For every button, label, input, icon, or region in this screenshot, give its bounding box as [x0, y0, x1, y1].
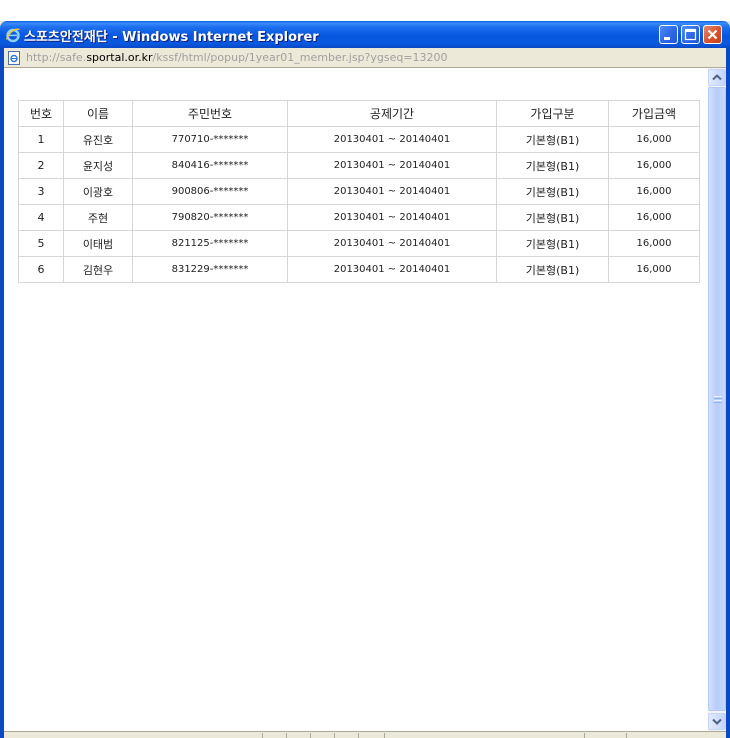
cell-resident-number: 790820-******* [132, 204, 288, 231]
cell-name: 유진호 [63, 126, 133, 153]
arrow-up-icon [712, 74, 722, 81]
window-title: 스포츠안전재단 - Windows Internet Explorer [24, 30, 319, 45]
title-bar[interactable]: 스포츠안전재단 - Windows Internet Explorer [0, 21, 730, 48]
status-bar [4, 731, 726, 738]
cell-name: 이광호 [63, 178, 133, 205]
cell-number: 2 [18, 152, 64, 179]
cell-amount: 16,000 [608, 204, 700, 231]
status-divider [384, 733, 385, 738]
cell-coverage-period: 20130401 ~ 20140401 [287, 256, 497, 283]
internet-explorer-icon [5, 27, 21, 43]
minimize-button[interactable] [659, 25, 678, 44]
cell-plan-type: 기본형(B1) [496, 230, 609, 257]
screen-top-margin [0, 0, 730, 21]
status-divider [262, 733, 263, 738]
table-row: 2 윤지성 840416-******* 20130401 ~ 20140401… [18, 152, 700, 179]
table-row: 1 유진호 770710-******* 20130401 ~ 20140401… [18, 126, 700, 153]
cell-amount: 16,000 [608, 230, 700, 257]
cell-number: 1 [18, 126, 64, 153]
cell-resident-number: 770710-******* [132, 126, 288, 153]
cell-amount: 16,000 [608, 152, 700, 179]
table-row: 3 이광호 900806-******* 20130401 ~ 20140401… [18, 178, 700, 205]
url-domain: sportal.or.kr [86, 51, 153, 64]
header-plan-type: 가입구분 [496, 100, 609, 127]
grip-icon [714, 396, 722, 403]
scroll-down-button[interactable] [708, 713, 726, 730]
cell-number: 3 [18, 178, 64, 205]
vertical-scrollbar[interactable] [708, 68, 726, 731]
table-row: 5 이태범 821125-******* 20130401 ~ 20140401… [18, 230, 700, 257]
cell-plan-type: 기본형(B1) [496, 126, 609, 153]
cell-resident-number: 900806-******* [132, 178, 288, 205]
status-divider [626, 733, 627, 738]
status-divider [286, 733, 287, 738]
cell-plan-type: 기본형(B1) [496, 152, 609, 179]
header-coverage-period: 공제기간 [287, 100, 497, 127]
page-content: 번호 이름 주민번호 공제기간 가입구분 가입금액 1 유진호 770710-*… [4, 68, 708, 731]
address-bar: http://safe.sportal.or.kr/kssf/html/popu… [4, 48, 726, 68]
cell-plan-type: 기본형(B1) [496, 204, 609, 231]
cell-coverage-period: 20130401 ~ 20140401 [287, 178, 497, 205]
cell-plan-type: 기본형(B1) [496, 178, 609, 205]
browser-window: 스포츠안전재단 - Windows Internet Explorer http… [0, 0, 730, 738]
maximize-button[interactable] [681, 25, 700, 44]
minimize-icon [664, 37, 670, 40]
cell-amount: 16,000 [608, 256, 700, 283]
cell-plan-type: 기본형(B1) [496, 256, 609, 283]
cell-number: 4 [18, 204, 64, 231]
cell-number: 6 [18, 256, 64, 283]
scroll-up-button[interactable] [708, 69, 726, 86]
address-url: http://safe.sportal.or.kr/kssf/html/popu… [26, 51, 448, 64]
header-number: 번호 [18, 100, 64, 127]
close-button[interactable] [703, 25, 722, 44]
cell-resident-number: 831229-******* [132, 256, 288, 283]
url-prefix: http://safe. [26, 51, 87, 64]
cell-resident-number: 821125-******* [132, 230, 288, 257]
cell-name: 이태범 [63, 230, 133, 257]
status-divider [334, 733, 335, 738]
table-row: 6 김현우 831229-******* 20130401 ~ 20140401… [18, 256, 700, 283]
scroll-thumb[interactable] [708, 87, 726, 711]
status-divider [310, 733, 311, 738]
cell-number: 5 [18, 230, 64, 257]
cell-name: 윤지성 [63, 152, 133, 179]
table-header-row: 번호 이름 주민번호 공제기간 가입구분 가입금액 [18, 100, 700, 127]
header-name: 이름 [63, 100, 133, 127]
cell-resident-number: 840416-******* [132, 152, 288, 179]
table-row: 4 주현 790820-******* 20130401 ~ 20140401 … [18, 204, 700, 231]
arrow-down-icon [712, 718, 722, 725]
status-divider [358, 733, 359, 738]
cell-coverage-period: 20130401 ~ 20140401 [287, 126, 497, 153]
header-amount: 가입금액 [608, 100, 700, 127]
status-divider [584, 733, 585, 738]
header-resident-number: 주민번호 [132, 100, 288, 127]
cell-coverage-period: 20130401 ~ 20140401 [287, 230, 497, 257]
member-table: 번호 이름 주민번호 공제기간 가입구분 가입금액 1 유진호 770710-*… [18, 100, 700, 283]
cell-amount: 16,000 [608, 178, 700, 205]
window-frame-right [726, 48, 730, 738]
cell-coverage-period: 20130401 ~ 20140401 [287, 152, 497, 179]
url-path: /kssf/html/popup/1year01_member.jsp?ygse… [152, 51, 448, 64]
close-icon [707, 29, 718, 40]
cell-amount: 16,000 [608, 126, 700, 153]
cell-name: 김현우 [63, 256, 133, 283]
cell-name: 주현 [63, 204, 133, 231]
maximize-icon [684, 28, 697, 41]
cell-coverage-period: 20130401 ~ 20140401 [287, 204, 497, 231]
page-icon [7, 50, 21, 65]
